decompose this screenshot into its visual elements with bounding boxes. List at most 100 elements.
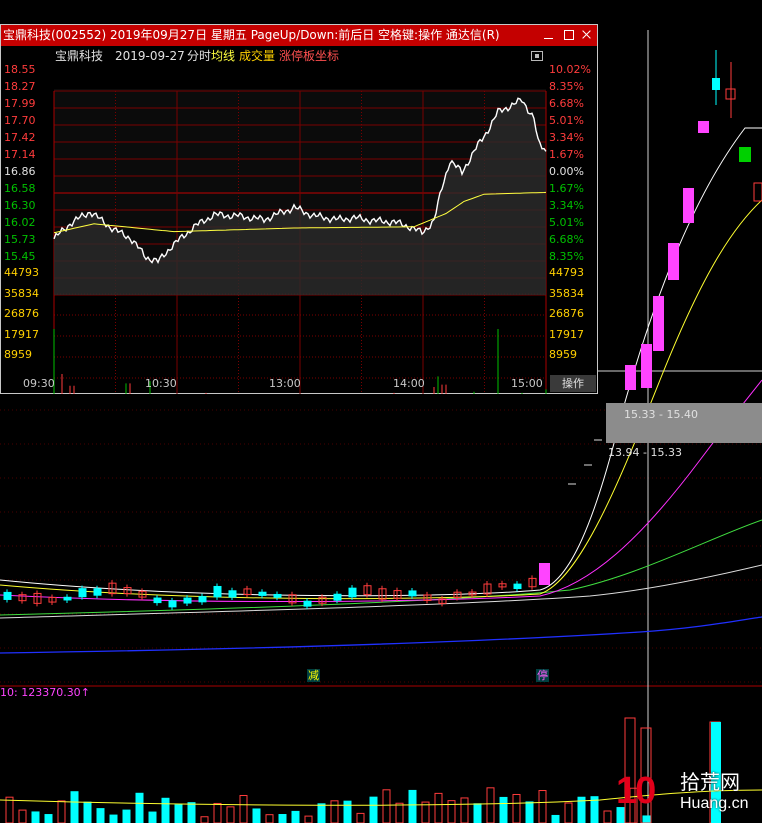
volume-tick-label-right: 44793 bbox=[549, 266, 584, 279]
volume-bar bbox=[512, 793, 521, 823]
price-tick-label: 17.42 bbox=[4, 131, 36, 144]
pct-tick-label: 0.00% bbox=[549, 165, 584, 178]
price-tick-label: 17.70 bbox=[4, 114, 36, 127]
price-tick-label: 18.55 bbox=[4, 63, 36, 76]
pct-tick-label: 8.35% bbox=[549, 80, 584, 93]
volume-bar bbox=[109, 814, 118, 823]
volume-bar bbox=[603, 810, 612, 823]
volume-bar bbox=[291, 810, 300, 823]
volume-bar bbox=[278, 814, 287, 823]
volume-bar bbox=[239, 794, 248, 823]
volume-bar bbox=[382, 789, 391, 823]
volume-tick-label-left: 8959 bbox=[4, 348, 32, 361]
volume-panel-label: 10: 123370.30↑ bbox=[0, 686, 90, 699]
volume-tick-label-right: 26876 bbox=[549, 307, 584, 320]
pct-tick-label: 5.01% bbox=[549, 114, 584, 127]
range-tooltip-low: 13.94 - 15.33 bbox=[608, 446, 682, 459]
candle-body bbox=[303, 600, 312, 607]
chart-date: 2019-09-27 bbox=[115, 49, 185, 63]
volume-bar bbox=[408, 789, 417, 823]
legend-volume[interactable]: 成交量 bbox=[239, 47, 275, 65]
limit-up-candle bbox=[625, 365, 636, 390]
time-tick-label: 13:00 bbox=[269, 377, 301, 390]
close-icon[interactable] bbox=[580, 28, 593, 41]
volume-bar bbox=[70, 791, 79, 823]
volume-bar bbox=[44, 814, 53, 823]
legend-limit-axis[interactable]: 涨停板坐标 bbox=[279, 47, 339, 65]
candle-body bbox=[228, 590, 237, 598]
pct-tick-label: 3.34% bbox=[549, 199, 584, 212]
price-tick-label: 16.86 bbox=[4, 165, 36, 178]
limit-up-candle bbox=[539, 563, 550, 585]
volume-bar bbox=[148, 811, 157, 823]
limit-up-candle bbox=[653, 296, 664, 351]
candle-body bbox=[753, 182, 762, 202]
volume-bar bbox=[122, 809, 131, 823]
price-tick-label: 15.45 bbox=[4, 250, 36, 263]
volume-bar bbox=[304, 815, 313, 823]
volume-bar bbox=[551, 814, 560, 823]
volume-tick-label-right: 8959 bbox=[549, 348, 577, 361]
candle-body bbox=[273, 593, 282, 598]
volume-bar bbox=[356, 812, 365, 823]
popup-title-bar[interactable]: 宝鼎科技(002552) 2019年09月27日 星期五 PageUp/Down… bbox=[1, 25, 597, 46]
minimize-icon[interactable] bbox=[542, 28, 555, 41]
volume-bar bbox=[525, 801, 534, 823]
limit-up-candle bbox=[641, 344, 652, 388]
time-tick-label: 15:00 bbox=[511, 377, 543, 390]
volume-bar bbox=[187, 802, 196, 823]
candle-body bbox=[168, 600, 177, 608]
volume-tick-label-right: 17917 bbox=[549, 327, 584, 341]
time-tick-label: 10:30 bbox=[145, 377, 177, 390]
price-tick-label: 16.58 bbox=[4, 182, 36, 195]
volume-bar bbox=[460, 797, 469, 823]
candle-body bbox=[333, 593, 342, 601]
candle-body bbox=[78, 588, 87, 598]
candle-body bbox=[198, 596, 207, 603]
pct-tick-label: 1.67% bbox=[549, 182, 584, 195]
pct-tick-label: 3.34% bbox=[549, 131, 584, 144]
candle-body bbox=[258, 591, 267, 596]
panel-toggle-icon[interactable] bbox=[531, 51, 543, 61]
candle-body bbox=[183, 597, 192, 604]
maximize-icon[interactable] bbox=[562, 28, 575, 41]
volume-bar bbox=[18, 809, 27, 823]
pct-tick-label: 5.01% bbox=[549, 216, 584, 229]
intraday-chart[interactable] bbox=[1, 46, 597, 394]
volume-bar bbox=[343, 800, 352, 823]
volume-bar bbox=[395, 802, 404, 823]
volume-bar bbox=[434, 792, 443, 823]
time-tick-label: 09:30 bbox=[23, 377, 55, 390]
watermark-logo: 10 拾荒网 Huang.cn bbox=[616, 768, 762, 823]
stock-name: 宝鼎科技 bbox=[55, 49, 104, 63]
legend-avg-line[interactable]: 均线 bbox=[211, 47, 235, 65]
limit-up-candle bbox=[698, 121, 709, 133]
price-tick-label: 17.14 bbox=[4, 148, 36, 161]
candle-body bbox=[739, 147, 751, 162]
volume-bar bbox=[486, 787, 495, 823]
limit-up-marker: 停 bbox=[536, 669, 549, 682]
candle-body bbox=[93, 588, 102, 596]
volume-bar bbox=[5, 796, 14, 823]
volume-bar bbox=[200, 816, 209, 823]
intraday-popup-window[interactable]: 宝鼎科技(002552) 2019年09月27日 星期五 PageUp/Down… bbox=[0, 24, 598, 394]
operate-button[interactable]: 操作 bbox=[550, 375, 596, 392]
volume-bar bbox=[161, 797, 170, 823]
volume-bar bbox=[473, 803, 482, 823]
candle-body bbox=[408, 590, 417, 597]
volume-bar bbox=[174, 804, 183, 823]
range-tooltip-high: 15.33 - 15.40 bbox=[624, 408, 698, 421]
volume-bar bbox=[226, 806, 235, 823]
price-tick-label: 18.27 bbox=[4, 80, 36, 93]
watermark-cn: 拾荒网 bbox=[680, 770, 740, 794]
price-tick-label: 16.02 bbox=[4, 216, 36, 229]
price-tick-label: 17.99 bbox=[4, 97, 36, 110]
volume-bar bbox=[265, 814, 274, 823]
watermark-number: 10 bbox=[616, 770, 656, 812]
price-tick-label: 15.73 bbox=[4, 233, 36, 246]
volume-bar bbox=[213, 802, 222, 823]
volume-bar bbox=[31, 811, 40, 823]
candle-body bbox=[513, 583, 522, 590]
volume-tick-label-right: 35834 bbox=[549, 286, 584, 300]
candle-body bbox=[3, 591, 12, 600]
